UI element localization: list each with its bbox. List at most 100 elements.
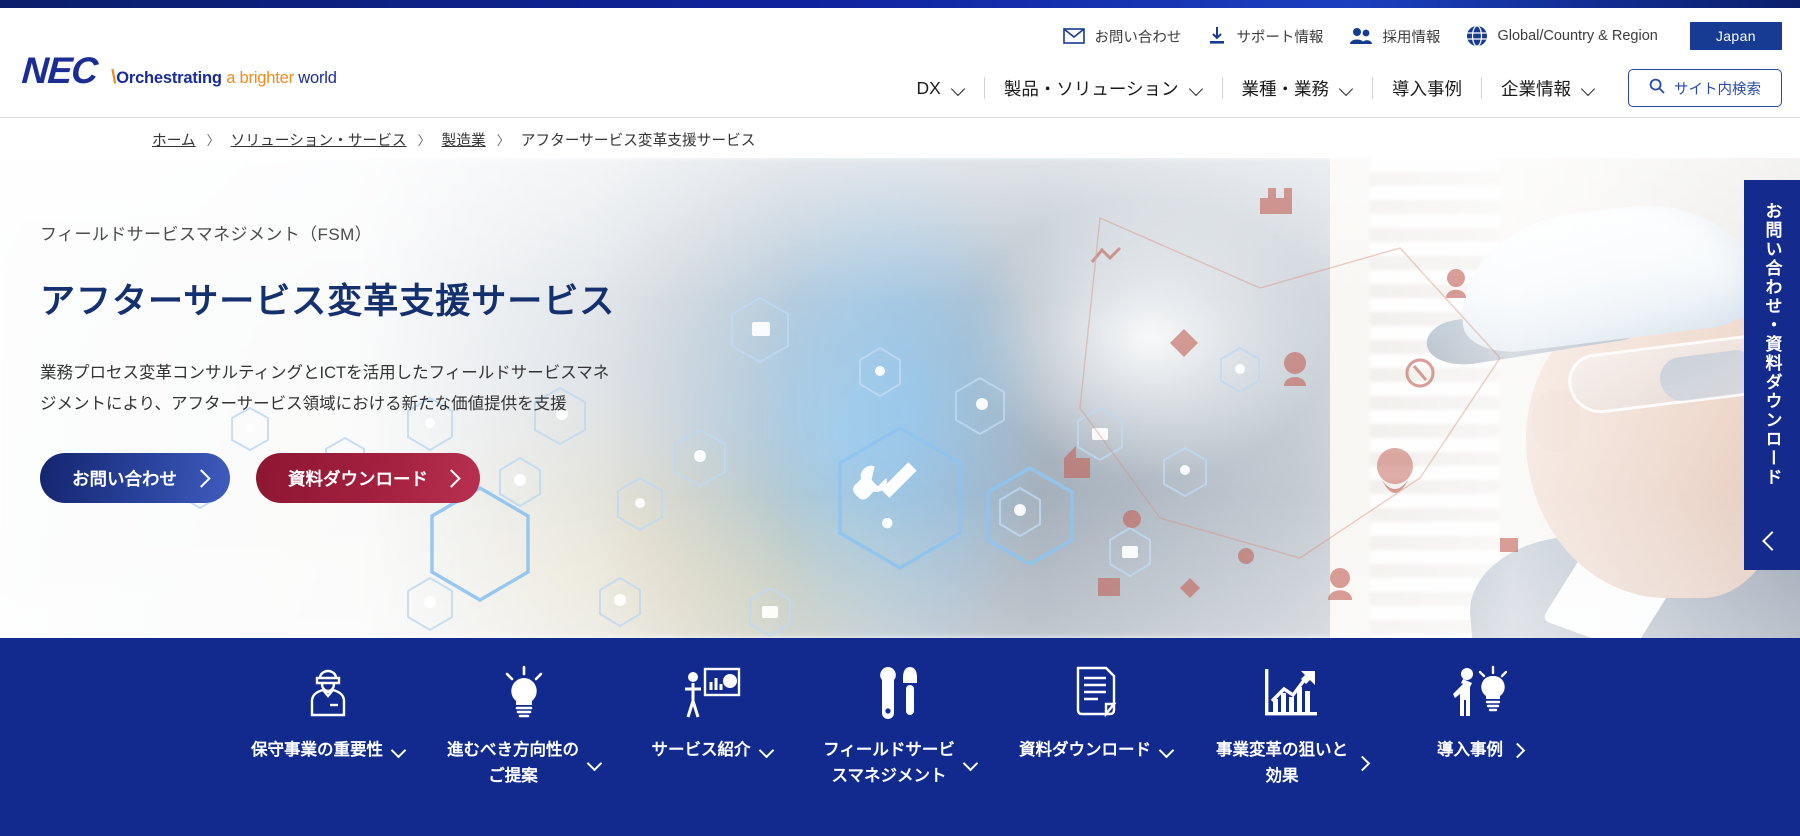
breadcrumb-item-solutions[interactable]: ソリューション・サービス (231, 129, 407, 150)
nav-label: 製品・ソリューション (1003, 78, 1179, 99)
chevron-down-icon (1190, 84, 1203, 92)
contact-button[interactable]: お問い合わせ (40, 453, 230, 504)
chevron-down-icon (392, 744, 405, 757)
nav-label: 企業情報 (1501, 78, 1571, 99)
utility-nav: お問い合わせ サポート情報 採用情報 Global/Country & Regi… (1063, 22, 1782, 50)
chevron-down-icon (588, 757, 601, 770)
section-nav-label-row: 進むべき方向性の ご提案 (447, 738, 601, 789)
section-nav-label-row: サービス紹介 (652, 738, 773, 764)
section-nav-label: フィールドサービ スマネジメント (823, 741, 955, 785)
mail-icon (1063, 28, 1086, 44)
section-nav-label-row: 導入事例 (1437, 738, 1526, 764)
section-nav-label: 導入事例 (1437, 741, 1503, 759)
hero-description-line1: 業務プロセス変革コンサルティングとICTを活用したフィールドサービスマネ (40, 364, 610, 382)
hero-cta-group: お問い合わせ 資料ダウンロード (40, 453, 660, 504)
section-nav-item-direction[interactable]: 進むべき方向性の ご提案 (426, 662, 622, 789)
download-icon (1207, 26, 1227, 46)
section-nav-item-casestudies[interactable]: 導入事例 (1390, 662, 1570, 764)
section-nav-label: 進むべき方向性の ご提案 (447, 741, 579, 785)
page-root: NEC \Orchestrating a brighter world お問い合… (0, 0, 1800, 836)
section-nav-label-row: フィールドサービ スマネジメント (823, 738, 977, 789)
nav-item-company[interactable]: 企業情報 (1482, 73, 1614, 103)
chevron-right-icon (1354, 755, 1371, 772)
section-nav-label-row: 保守事業の重要性 (251, 738, 405, 764)
section-nav-label: 資料ダウンロード (1019, 741, 1151, 759)
utility-item-contact[interactable]: お問い合わせ (1063, 26, 1181, 47)
breadcrumb-item-home[interactable]: ホーム (152, 129, 196, 150)
hero-banner: フィールドサービスマネジメント（FSM） アフターサービス変革支援サービス 業務… (0, 158, 1800, 638)
nav-label: 導入事例 (1392, 78, 1462, 99)
chevron-right-icon (192, 468, 211, 488)
breadcrumb: ホーム 〉 ソリューション・サービス 〉 製造業 〉 アフターサービス変革支援サ… (152, 129, 755, 150)
breadcrumb-item-manufacturing[interactable]: 製造業 (442, 129, 486, 150)
chevron-down-icon (760, 744, 773, 757)
nav-label: DX (916, 77, 941, 98)
nav-item-industries[interactable]: 業種・業務 (1223, 73, 1373, 103)
section-nav-label: サービス紹介 (651, 741, 751, 759)
document-icon (1072, 662, 1120, 724)
nav-item-casestudies[interactable]: 導入事例 (1373, 73, 1481, 103)
main-nav: DX 製品・ソリューション 業種・業務 導入事例 企業情報 サイト内検索 (898, 66, 1782, 110)
nec-logo[interactable]: NEC \Orchestrating a brighter world (20, 50, 337, 92)
presentation-icon (681, 662, 743, 724)
breadcrumb-separator: 〉 (496, 133, 510, 148)
tagline-orange: a brighter (221, 69, 294, 87)
chevron-down-icon (952, 84, 965, 92)
hero-description: 業務プロセス変革コンサルティングとICTを活用したフィールドサービスマネ ジメン… (40, 358, 660, 419)
breadcrumb-separator: 〉 (206, 133, 220, 148)
chevron-down-icon (1160, 744, 1173, 757)
section-nav-label: 事業変革の狙いと 効果 (1216, 741, 1348, 785)
section-nav-label-row: 事業変革の狙いと 効果 (1216, 738, 1371, 789)
chevron-right-icon (1509, 743, 1526, 759)
section-nav-item-download[interactable]: 資料ダウンロード (998, 662, 1194, 764)
breadcrumb-bar: ホーム 〉 ソリューション・サービス 〉 製造業 〉 アフターサービス変革支援サ… (0, 118, 1800, 158)
section-nav-item-transformation[interactable]: 事業変革の狙いと 効果 (1194, 662, 1390, 789)
hero-eyebrow: フィールドサービスマネジメント（FSM） (40, 225, 373, 244)
chevron-right-icon (442, 468, 461, 488)
section-nav-bar: 保守事業の重要性 進むべき方向性の ご提案 サービス紹介 フィールドサービ スマ… (0, 638, 1800, 836)
chevron-left-icon[interactable] (1762, 531, 1782, 551)
nav-item-dx[interactable]: DX (898, 73, 984, 103)
site-search-button[interactable]: サイト内検索 (1628, 69, 1782, 107)
chevron-down-icon (1582, 84, 1595, 92)
utility-label: 採用情報 (1382, 29, 1441, 46)
person-idea-icon (1449, 662, 1511, 724)
growth-chart-icon (1263, 662, 1321, 724)
section-nav-label-row: 資料ダウンロード (1019, 738, 1173, 764)
top-accent-strip (0, 0, 1800, 8)
people-icon (1349, 27, 1373, 45)
contact-button-label: お問い合わせ (72, 468, 177, 489)
utility-item-global[interactable]: Global/Country & Region (1466, 25, 1658, 47)
hero-description-line2: ジメントにより、アフターサービス領域における新たな価値提供を支援 (40, 394, 567, 413)
logo-text: NEC (20, 50, 99, 91)
utility-label: Global/Country & Region (1497, 28, 1658, 44)
side-contact-tab-label: お問い合わせ・資料ダウンロード (1762, 202, 1782, 487)
page-title: アフターサービス変革支援サービス (40, 282, 616, 321)
download-button-label: 資料ダウンロード (288, 468, 428, 489)
lightbulb-icon (498, 662, 550, 724)
breadcrumb-item-current: アフターサービス変革支援サービス (520, 133, 756, 149)
nav-item-products[interactable]: 製品・ソリューション (985, 73, 1222, 103)
side-contact-tab[interactable]: お問い合わせ・資料ダウンロード (1744, 180, 1800, 570)
utility-label: サポート情報 (1236, 29, 1324, 46)
chevron-down-icon (1340, 84, 1353, 92)
search-label: サイト内検索 (1674, 81, 1761, 98)
section-nav-item-services[interactable]: サービス紹介 (622, 662, 802, 764)
chevron-down-icon (964, 757, 977, 770)
section-nav-label: 保守事業の重要性 (251, 741, 383, 759)
nav-label: 業種・業務 (1241, 78, 1330, 99)
search-icon (1649, 78, 1665, 98)
breadcrumb-separator: 〉 (417, 133, 431, 148)
section-nav-item-maintenance[interactable]: 保守事業の重要性 (230, 662, 426, 764)
brand-tagline: \Orchestrating a brighter world (111, 67, 337, 89)
download-materials-button[interactable]: 資料ダウンロード (256, 453, 480, 504)
site-header: NEC \Orchestrating a brighter world お問い合… (0, 8, 1800, 118)
utility-item-support[interactable]: サポート情報 (1207, 26, 1323, 47)
region-japan-button[interactable]: Japan (1689, 22, 1782, 50)
section-nav-item-fsm[interactable]: フィールドサービ スマネジメント (802, 662, 998, 789)
worker-person-icon (300, 662, 356, 724)
tagline-bold: Orchestrating (116, 69, 222, 87)
utility-label: お問い合わせ (1094, 29, 1182, 46)
utility-item-careers[interactable]: 採用情報 (1349, 26, 1440, 47)
tools-icon (874, 662, 926, 724)
